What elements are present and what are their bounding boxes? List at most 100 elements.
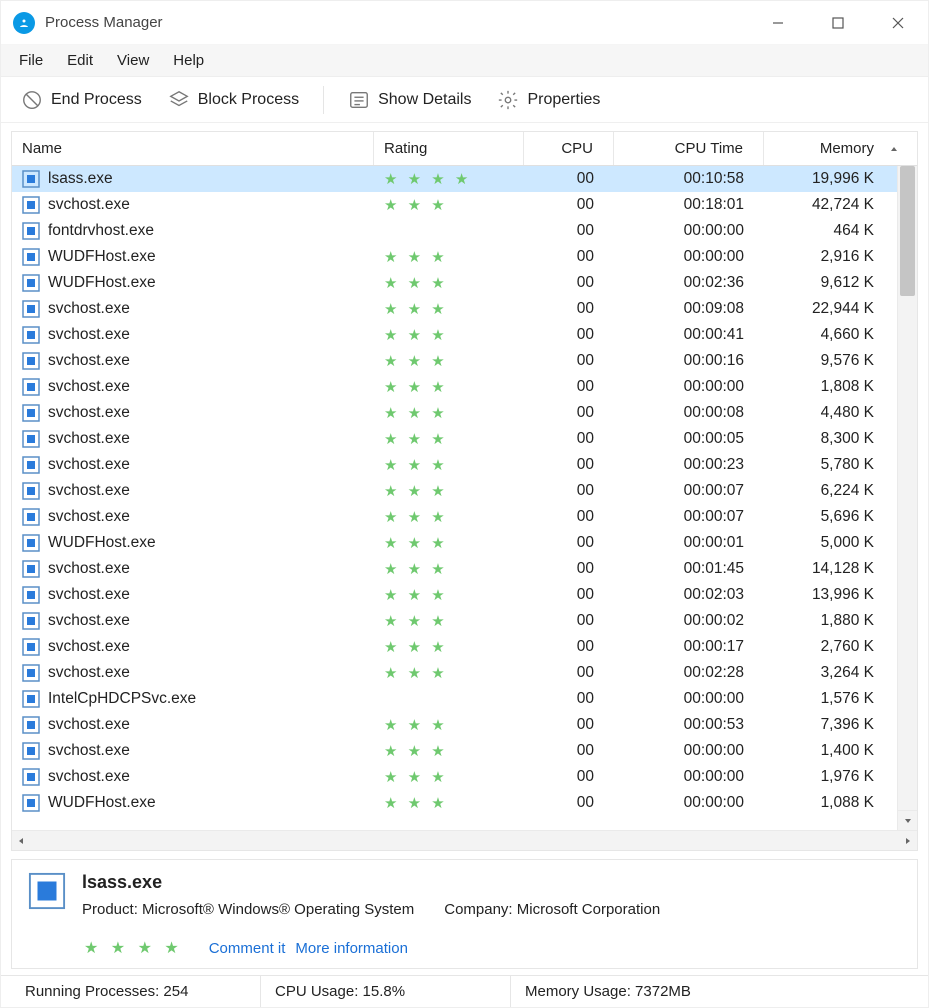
minimize-button[interactable] — [748, 1, 808, 44]
process-cpu-time: 00:09:08 — [614, 300, 764, 318]
table-row[interactable]: svchost.exe ★ ★ ★ 00 00:00:23 5,780 K — [12, 452, 897, 478]
table-row[interactable]: svchost.exe ★ ★ ★ 00 00:00:41 4,660 K — [12, 322, 897, 348]
titlebar: Process Manager — [1, 1, 928, 45]
menu-file[interactable]: File — [19, 52, 43, 69]
table-row[interactable]: lsass.exe ★ ★ ★ ★ 00 00:10:58 19,996 K — [12, 166, 897, 192]
properties-button[interactable]: Properties — [489, 84, 608, 116]
process-memory: 5,000 K — [764, 534, 884, 552]
block-process-button[interactable]: Block Process — [160, 84, 307, 116]
show-details-label: Show Details — [378, 91, 471, 109]
scroll-down-button[interactable] — [898, 810, 917, 830]
scroll-up-button[interactable] — [884, 132, 904, 165]
details-rating: ★ ★ ★ ★ — [84, 938, 183, 958]
process-memory: 9,576 K — [764, 352, 884, 370]
process-icon — [22, 638, 40, 656]
process-icon — [22, 404, 40, 422]
process-name: svchost.exe — [48, 560, 130, 578]
process-rating: ★ ★ ★ — [374, 326, 524, 344]
menu-help[interactable]: Help — [173, 52, 204, 69]
process-cpu-time: 00:00:01 — [614, 534, 764, 552]
process-cpu: 00 — [524, 300, 614, 318]
statusbar: Running Processes: 254 CPU Usage: 15.8% … — [1, 975, 928, 1007]
vertical-scrollbar[interactable] — [897, 166, 917, 830]
table-row[interactable]: IntelCpHDCPSvc.exe 00 00:00:00 1,576 K — [12, 686, 897, 712]
col-rating[interactable]: Rating — [374, 132, 524, 165]
process-rating: ★ ★ ★ — [374, 274, 524, 292]
scroll-right-icon[interactable] — [903, 836, 913, 846]
process-memory: 9,612 K — [764, 274, 884, 292]
menu-edit[interactable]: Edit — [67, 52, 93, 69]
table-row[interactable]: svchost.exe ★ ★ ★ 00 00:00:00 1,808 K — [12, 374, 897, 400]
process-memory: 19,996 K — [764, 170, 884, 188]
process-memory: 6,224 K — [764, 482, 884, 500]
table-row[interactable]: WUDFHost.exe ★ ★ ★ 00 00:00:00 2,916 K — [12, 244, 897, 270]
process-cpu: 00 — [524, 690, 614, 708]
process-cpu: 00 — [524, 482, 614, 500]
comment-link[interactable]: Comment it — [209, 940, 286, 957]
table-row[interactable]: svchost.exe ★ ★ ★ 00 00:09:08 22,944 K — [12, 296, 897, 322]
table-row[interactable]: svchost.exe ★ ★ ★ 00 00:18:01 42,724 K — [12, 192, 897, 218]
process-rating: ★ ★ ★ — [374, 742, 524, 760]
show-details-button[interactable]: Show Details — [340, 84, 479, 116]
table-row[interactable]: svchost.exe ★ ★ ★ 00 00:00:05 8,300 K — [12, 426, 897, 452]
menu-view[interactable]: View — [117, 52, 149, 69]
table-row[interactable]: svchost.exe ★ ★ ★ 00 00:00:07 5,696 K — [12, 504, 897, 530]
scroll-left-icon[interactable] — [16, 836, 26, 846]
process-icon — [22, 560, 40, 578]
content-area: Name Rating CPU CPU Time Memory lsass.ex… — [1, 123, 928, 851]
table-row[interactable]: svchost.exe ★ ★ ★ 00 00:00:02 1,880 K — [12, 608, 897, 634]
process-icon — [22, 716, 40, 734]
toolbar-separator — [323, 86, 324, 114]
table-row[interactable]: WUDFHost.exe ★ ★ ★ 00 00:00:01 5,000 K — [12, 530, 897, 556]
vertical-scroll-thumb[interactable] — [900, 166, 915, 296]
horizontal-scrollbar[interactable] — [12, 830, 917, 850]
process-name: svchost.exe — [48, 404, 130, 422]
table-row[interactable]: svchost.exe ★ ★ ★ 00 00:00:00 1,400 K — [12, 738, 897, 764]
process-icon — [22, 508, 40, 526]
process-cpu: 00 — [524, 638, 614, 656]
table-row[interactable]: svchost.exe ★ ★ ★ 00 00:00:00 1,976 K — [12, 764, 897, 790]
process-cpu-time: 00:10:58 — [614, 170, 764, 188]
process-icon — [22, 170, 40, 188]
process-rating: ★ ★ ★ — [374, 560, 524, 578]
table-row[interactable]: svchost.exe ★ ★ ★ 00 00:00:16 9,576 K — [12, 348, 897, 374]
process-rating: ★ ★ ★ — [374, 768, 524, 786]
table-row[interactable]: svchost.exe ★ ★ ★ 00 00:01:45 14,128 K — [12, 556, 897, 582]
process-cpu-time: 00:00:23 — [614, 456, 764, 474]
col-name[interactable]: Name — [12, 132, 374, 165]
process-name: svchost.exe — [48, 300, 130, 318]
end-process-button[interactable]: End Process — [13, 84, 150, 116]
process-rating: ★ ★ ★ — [374, 378, 524, 396]
process-name: fontdrvhost.exe — [48, 222, 154, 240]
more-info-link[interactable]: More information — [295, 940, 408, 957]
process-cpu-time: 00:00:00 — [614, 690, 764, 708]
process-large-icon — [28, 872, 66, 910]
table-row[interactable]: svchost.exe ★ ★ ★ 00 00:00:17 2,760 K — [12, 634, 897, 660]
process-cpu-time: 00:00:00 — [614, 222, 764, 240]
col-memory[interactable]: Memory — [764, 132, 884, 165]
maximize-button[interactable] — [808, 1, 868, 44]
process-cpu: 00 — [524, 274, 614, 292]
table-row[interactable]: WUDFHost.exe ★ ★ ★ 00 00:02:36 9,612 K — [12, 270, 897, 296]
col-cpu-time[interactable]: CPU Time — [614, 132, 764, 165]
process-rating: ★ ★ ★ — [374, 638, 524, 656]
table-row[interactable]: svchost.exe ★ ★ ★ 00 00:02:03 13,996 K — [12, 582, 897, 608]
table-row[interactable]: svchost.exe ★ ★ ★ 00 00:00:08 4,480 K — [12, 400, 897, 426]
process-memory: 1,808 K — [764, 378, 884, 396]
menubar: File Edit View Help — [1, 45, 928, 77]
process-cpu-time: 00:01:45 — [614, 560, 764, 578]
process-cpu: 00 — [524, 170, 614, 188]
process-cpu-time: 00:00:07 — [614, 508, 764, 526]
table-row[interactable]: svchost.exe ★ ★ ★ 00 00:00:53 7,396 K — [12, 712, 897, 738]
process-cpu: 00 — [524, 456, 614, 474]
process-cpu: 00 — [524, 742, 614, 760]
process-icon — [22, 378, 40, 396]
table-row[interactable]: WUDFHost.exe ★ ★ ★ 00 00:00:00 1,088 K — [12, 790, 897, 816]
col-cpu[interactable]: CPU — [524, 132, 614, 165]
close-button[interactable] — [868, 1, 928, 44]
process-icon — [22, 248, 40, 266]
process-cpu: 00 — [524, 404, 614, 422]
table-row[interactable]: svchost.exe ★ ★ ★ 00 00:00:07 6,224 K — [12, 478, 897, 504]
table-row[interactable]: svchost.exe ★ ★ ★ 00 00:02:28 3,264 K — [12, 660, 897, 686]
table-row[interactable]: fontdrvhost.exe 00 00:00:00 464 K — [12, 218, 897, 244]
